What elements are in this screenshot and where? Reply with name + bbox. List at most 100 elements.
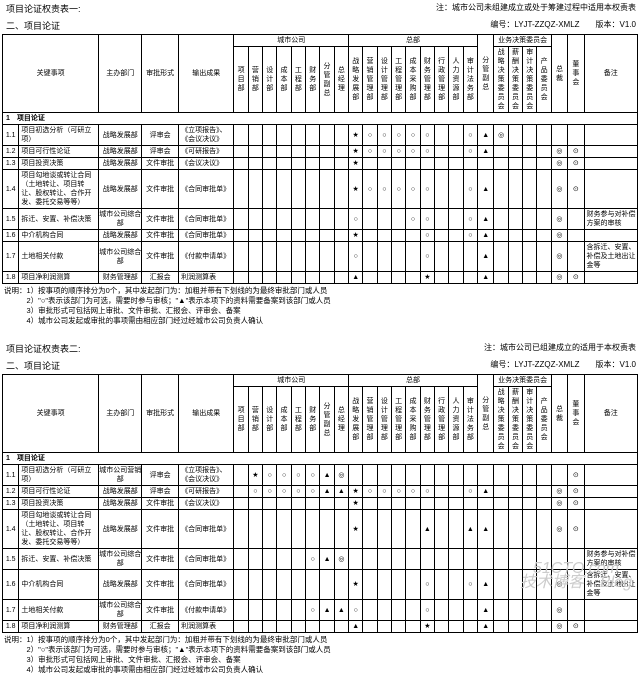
cell [306,498,320,510]
col-sub-0: 项目部 [234,387,248,453]
cell [377,570,391,600]
cell: ★ [349,170,363,209]
cell [291,209,305,230]
cell: ○ [392,125,406,146]
title-line1: 项目论证权责表二: [6,342,81,355]
row-mode: 文件审批 [142,170,179,209]
cell-biz [494,570,508,600]
sheet-header-2: 二、项目论证 编号：LYJT-ZZQZ-XMLZ 版本：V1.0 [0,17,640,34]
title-line1: 项目论证权责表一: [6,2,81,15]
cell [320,272,334,284]
cell-biz [523,209,537,230]
col-sub-13: 财务管理部 [420,47,434,113]
cell-biz [523,465,537,486]
col-sub-3: 成本部 [277,47,291,113]
cell-biz [523,621,537,633]
cell [377,621,391,633]
cell: ○ [363,125,377,146]
cell [363,272,377,284]
cell [406,510,420,549]
cell [420,498,434,510]
cell: ★ [349,146,363,158]
cell [435,146,449,158]
row-key: 项目初选分析（可研立项） [19,465,99,486]
row-no: 1.4 [3,170,19,209]
cell [234,170,248,209]
table-row: 1.6 中介机构合同 战略发展部 文件审批 《合同审批单》★○○▲◎ [3,230,638,242]
col-sub-11: 工程管理部 [392,47,406,113]
cell [234,621,248,633]
cell: ○ [420,125,434,146]
table-row: 1.5 拆迁、安置、补偿决策 城市公司综合部 文件审批 《合同审批单》○○○○▲… [3,209,638,230]
cell [291,125,305,146]
cell-fgfz: ▲ [478,146,494,158]
cell [392,209,406,230]
cell [263,170,277,209]
cell [248,549,262,570]
cell [420,549,434,570]
col-group-city: 城市公司 [234,375,349,387]
col-sub-6: 分管副总 [320,47,334,113]
cell-biz [494,272,508,284]
cell [435,272,449,284]
cell [435,570,449,600]
cell-rem [584,621,637,633]
col-sub-2: 设计部 [263,387,277,453]
row-key: 拆迁、安置、补偿决策 [19,209,99,230]
cell-biz [508,242,522,272]
cell [291,170,305,209]
cell-dsh: ⊙ [568,170,584,209]
col-sub-9: 营销管理部 [363,387,377,453]
row-dept: 战略发展部 [99,170,142,209]
col-sub-7: 总经理 [334,387,348,453]
cell [463,549,477,570]
row-dept: 城市公司综合部 [99,600,142,621]
cell [263,510,277,549]
row-no: 1.3 [3,158,19,170]
cell-biz [494,209,508,230]
row-out: 《合同审批单》 [179,549,234,570]
cell [306,209,320,230]
cell: ○ [420,486,434,498]
cell: ▲ [463,510,477,549]
cell: ★ [248,465,262,486]
cell-zcw: ◎ [551,510,567,549]
cell-rem [584,146,637,158]
cell [263,621,277,633]
cell: ○ [363,486,377,498]
cell [263,125,277,146]
cell-dsh: ⊙ [568,498,584,510]
cell [234,158,248,170]
cell-biz [508,146,522,158]
col-biz-3: 产品委员会 [537,387,551,453]
cell [291,570,305,600]
cell [277,272,291,284]
cell [291,621,305,633]
cell [363,600,377,621]
cell [377,272,391,284]
cell [234,510,248,549]
row-out: 《合同审批单》 [179,209,234,230]
cell-fgfz: ▲ [478,621,494,633]
cell: ○ [377,170,391,209]
cell-fgfz: ▲ [478,242,494,272]
cell [363,209,377,230]
cell [406,600,420,621]
version: 版本：V1.0 [596,360,636,369]
cell [377,242,391,272]
cell [234,209,248,230]
cell: ○ [306,465,320,486]
col-biz-2: 审计决策委员会 [523,387,537,453]
row-dept: 城市公司综合部 [99,242,142,272]
cell-dsh: ⊙ [568,465,584,486]
row-dept: 战略发展部 [99,486,142,498]
cell-biz [537,510,551,549]
cell [320,621,334,633]
col-fgfz: 分管副总 [478,35,494,113]
code: 编号：LYJT-ZZQZ-XMLZ [490,360,579,369]
cell: ★ [349,230,363,242]
cell [392,465,406,486]
cell [406,158,420,170]
cell-fgfz [478,498,494,510]
col-group-hq: 总部 [349,375,478,387]
